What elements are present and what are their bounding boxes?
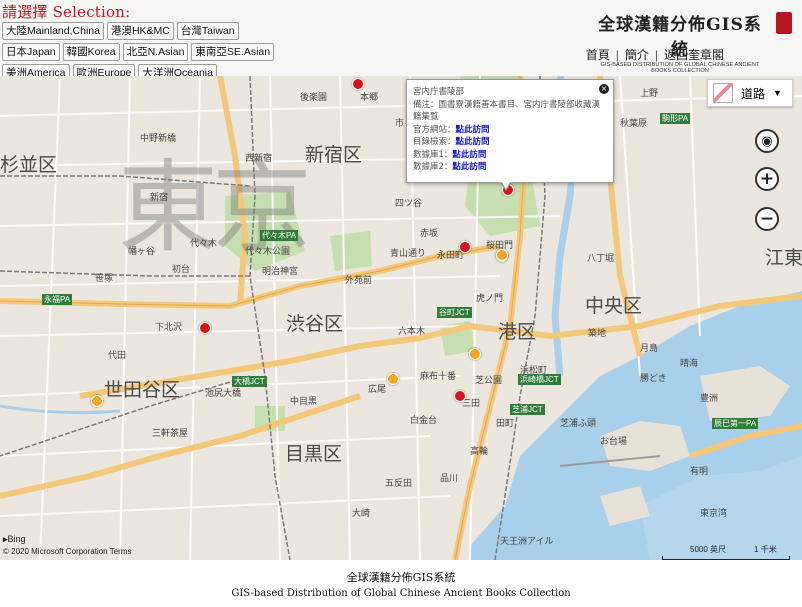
footer-title-zh: 全球漢籍分佈GIS系統 [346,571,456,584]
popup-title: 宮内庁書陵部 [413,87,465,97]
popup-row-label: 目錄檢索： [413,137,456,147]
scale-km: 1 千米 [754,545,777,554]
nav-separator: | [654,47,658,62]
zoom-in-button[interactable]: + [755,167,779,191]
road-map-icon [713,83,733,103]
road-badge: 谷町JCT [437,307,472,318]
header: 請選擇 Selection: 大陸Mainland,China 港澳HK&MC … [0,0,802,82]
region-button-mainland-china[interactable]: 大陸Mainland,China [2,22,104,40]
site-logo[interactable]: 全球漢籍分佈GIS系統 GIS-BASED DISTRIBUTION OF GL… [590,10,770,74]
bing-logo: ▸Bing [3,534,26,545]
map-base [0,76,802,560]
map-scale: 5000 英尺 1 千米 [690,544,777,555]
catalog-search-link[interactable]: 點此訪問 [456,137,490,147]
nav-back[interactable]: 返回奎章閣 [664,46,724,63]
popup-note: 備注：圖書寮漢籍善本書目、宮内庁書陵部收藏漢籍集覧 [413,99,601,123]
red-seal-icon [776,12,792,34]
nav-intro[interactable]: 簡介 [625,46,649,63]
region-button-north-asia[interactable]: 北亞N.Asian [122,43,189,61]
orange-location-marker[interactable] [496,249,508,261]
locate-me-button[interactable]: ◉ [755,129,779,153]
database-2-link[interactable]: 點此訪問 [452,162,486,172]
popup-row: 數據庫2：點此訪問 [413,161,607,174]
red-location-marker[interactable] [454,390,466,402]
road-badge: 浜崎橋JCT [518,374,561,385]
info-popup: × 宮内庁書陵部 備注：圖書寮漢籍善本書目、宮内庁書陵部收藏漢籍集覧 官方網站：… [406,79,614,183]
region-row: 大陸Mainland,China 港澳HK&MC 台灣Taiwan [2,22,302,40]
region-button-southeast-asia[interactable]: 東南亞SE.Asian [191,43,275,61]
zoom-out-button[interactable]: − [755,207,779,231]
orange-location-marker[interactable] [91,395,103,407]
footer-title-en: GIS-based Distribution of Global Chinese… [231,588,571,599]
orange-location-marker[interactable] [387,373,399,385]
popup-row-label: 官方網站： [413,124,456,135]
region-button-korea[interactable]: 韓國Korea [62,43,120,61]
logo-subtitle: GIS-BASED DISTRIBUTION OF GLOBAL CHINESE… [600,62,760,74]
nav-home[interactable]: 首頁 [586,46,610,63]
road-badge: 芝浦JCT [510,404,545,415]
nav-separator: | [615,47,619,62]
map-copyright[interactable]: © 2020 Microsoft Corporation Terms [3,547,131,556]
road-badge: 駒形PA [660,113,691,124]
region-button-japan[interactable]: 日本Japan [2,43,60,61]
park [330,231,372,271]
popup-row-label: 數據庫2： [413,162,453,172]
minus-icon: − [759,209,775,229]
popup-row: 官方網站：點此訪問 [413,124,607,137]
region-button-hk-mc[interactable]: 港澳HK&MC [106,22,174,40]
region-button-taiwan[interactable]: 台灣Taiwan [176,22,239,40]
road-badge: 代々木PA [260,230,299,241]
region-row: 日本Japan 韓國Korea 北亞N.Asian 東南亞SE.Asian [2,43,302,61]
road-badge: 辰巳第一PA [712,418,759,429]
plus-icon: + [759,169,775,189]
river [0,404,121,415]
popup-row: 目錄檢索：點此訪問 [413,136,607,149]
red-location-marker[interactable] [199,322,211,334]
red-location-marker[interactable] [352,78,364,90]
map-type-selector[interactable]: 道路 ▼ [707,79,793,107]
selection-title: 請選擇 Selection: [2,3,131,21]
red-location-marker[interactable] [459,241,471,253]
popup-tail-inner [501,181,511,189]
close-icon[interactable]: × [599,84,609,94]
road-badge: 永福PA [42,294,73,305]
locate-icon: ◉ [761,133,773,149]
chevron-down-icon: ▼ [773,88,782,98]
road-badge: 大橋JCT [232,376,267,387]
database-1-link[interactable]: 點此訪問 [452,150,486,160]
map-type-label: 道路 [741,86,766,101]
popup-row: 數據庫1：點此訪問 [413,149,607,162]
page-footer: 全球漢籍分佈GIS系統 GIS-based Distribution of Gl… [0,560,802,607]
map-canvas[interactable]: 東京 新宿区 杉並区 渋谷区 港区 中央区 世田谷区 目黒区 江東 中野新橋 西… [0,76,802,560]
top-nav: 首頁 | 簡介 | 返回奎章閣 [586,46,724,63]
orange-location-marker[interactable] [469,348,481,360]
scale-feet: 5000 英尺 [690,545,727,554]
official-site-link[interactable]: 點此訪問 [456,125,490,135]
popup-row-label: 數據庫1： [413,149,453,160]
bing-label: Bing [7,534,26,544]
